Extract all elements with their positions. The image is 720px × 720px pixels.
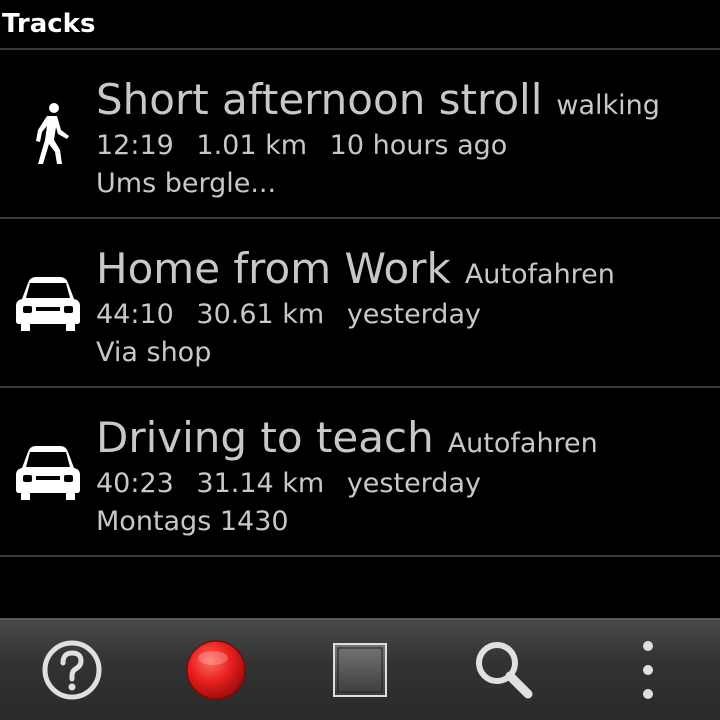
track-title-line: Home from Work Autofahren bbox=[96, 241, 615, 297]
help-icon[interactable] bbox=[36, 634, 108, 706]
screen: Tracks Short afternoon stroll walking 12:… bbox=[0, 0, 720, 720]
record-icon[interactable] bbox=[180, 634, 252, 706]
track-description: Montags 1430 bbox=[96, 506, 289, 537]
track-distance: 30.61 km bbox=[196, 299, 325, 330]
track-stats: 40:23 31.14 km yesterday bbox=[96, 466, 495, 502]
track-stats: 44:10 30.61 km yesterday bbox=[96, 297, 495, 333]
page-title: Tracks bbox=[2, 9, 96, 39]
track-row[interactable]: Home from Work Autofahren 44:10 30.61 km … bbox=[0, 219, 720, 388]
stop-icon[interactable] bbox=[324, 634, 396, 706]
track-row[interactable]: Driving to teach Autofahren 40:23 31.14 k… bbox=[0, 388, 720, 557]
track-category: Autofahren bbox=[464, 259, 615, 290]
track-name: Short afternoon stroll bbox=[96, 75, 543, 124]
track-description: Via shop bbox=[96, 337, 212, 368]
track-time-ago: 10 hours ago bbox=[329, 130, 508, 161]
track-description: Ums bergle... bbox=[96, 168, 277, 199]
car-icon bbox=[16, 446, 80, 500]
track-category: Autofahren bbox=[447, 428, 598, 459]
bottom-action-bar bbox=[0, 618, 720, 720]
walking-icon bbox=[36, 103, 69, 164]
track-name: Driving to teach bbox=[96, 413, 434, 462]
overflow-menu-icon[interactable] bbox=[612, 634, 684, 706]
track-distance: 31.14 km bbox=[196, 468, 325, 499]
track-list: Short afternoon stroll walking 12:19 1.01… bbox=[0, 50, 720, 557]
search-icon[interactable] bbox=[468, 634, 540, 706]
track-name: Home from Work bbox=[96, 244, 451, 293]
car-icon bbox=[16, 277, 80, 331]
title-bar: Tracks bbox=[0, 0, 720, 50]
track-title-line: Short afternoon stroll walking bbox=[96, 72, 660, 128]
track-stats: 12:19 1.01 km 10 hours ago bbox=[96, 128, 521, 164]
track-title-line: Driving to teach Autofahren bbox=[96, 410, 598, 466]
track-time-ago: yesterday bbox=[346, 468, 481, 499]
track-duration: 40:23 bbox=[96, 468, 174, 499]
track-distance: 1.01 km bbox=[196, 130, 308, 161]
track-duration: 44:10 bbox=[96, 299, 174, 330]
track-row[interactable]: Short afternoon stroll walking 12:19 1.01… bbox=[0, 50, 720, 219]
track-time-ago: yesterday bbox=[346, 299, 481, 330]
track-category: walking bbox=[556, 90, 660, 121]
track-duration: 12:19 bbox=[96, 130, 174, 161]
